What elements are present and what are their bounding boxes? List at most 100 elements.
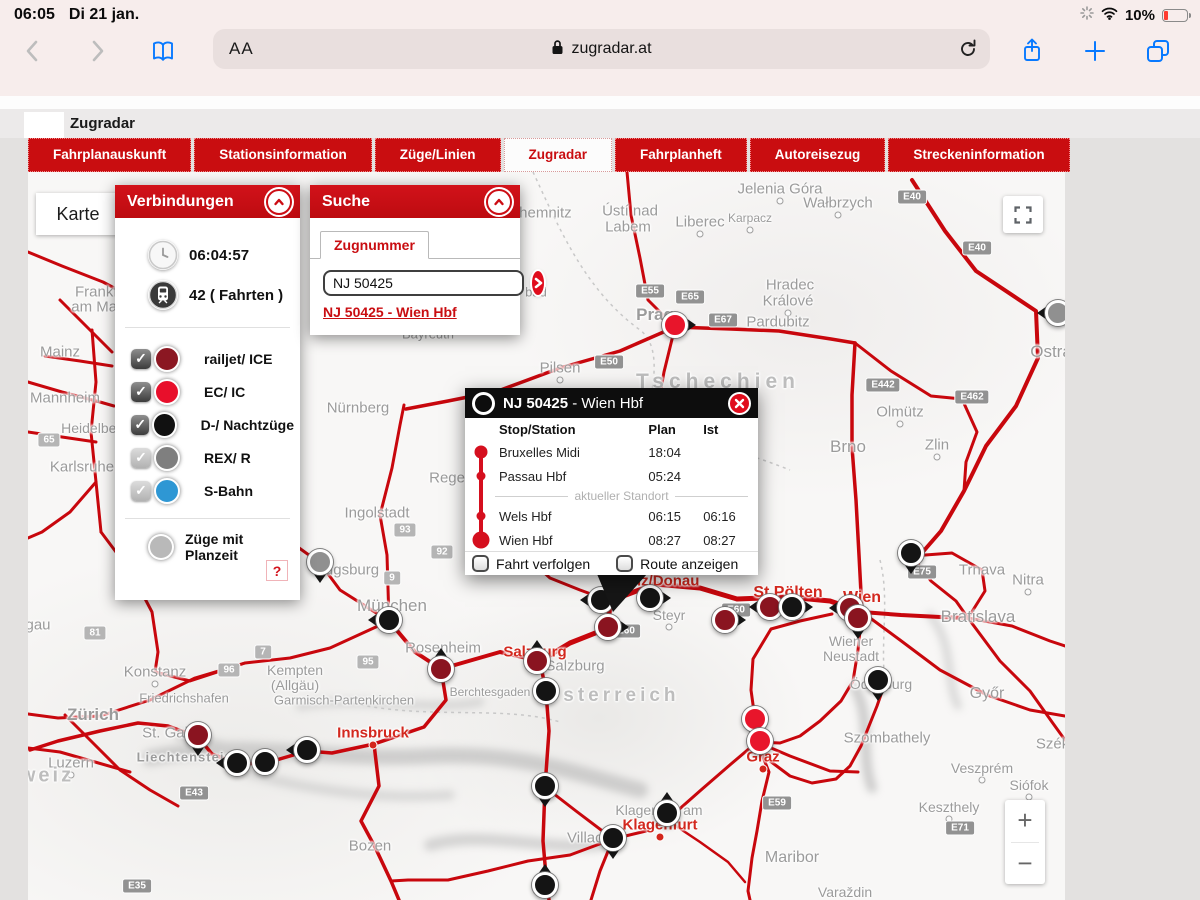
train-marker[interactable]: [307, 549, 333, 575]
tabs-overview-button[interactable]: [1143, 36, 1173, 66]
checkbox-label: Fahrt verfolgen: [496, 556, 590, 572]
train-dot-icon: [532, 872, 558, 898]
refresh-button[interactable]: [958, 39, 978, 64]
train-ring-icon: [472, 392, 495, 415]
popup-option-route-anzeigen[interactable]: Route anzeigen: [616, 555, 738, 572]
current-location-label: aktueller Standort: [574, 489, 668, 503]
train-marker[interactable]: [252, 749, 278, 775]
bookmarks-icon[interactable]: [148, 36, 178, 66]
map-canvas[interactable]: ChemnitzÚstí nadLabemLiberecKarpaczJelen…: [28, 172, 1065, 900]
filter-checkbox[interactable]: ✓: [131, 382, 151, 402]
popup-option-fahrt-verfolgen[interactable]: Fahrt verfolgen: [472, 555, 590, 572]
train-dot-icon: [533, 678, 559, 704]
help-button[interactable]: ?: [266, 560, 288, 581]
filter-label: D-/ Nachtzüge: [201, 417, 294, 433]
train-marker[interactable]: [600, 825, 626, 851]
zoom-out-button[interactable]: −: [1005, 843, 1045, 885]
checkbox-label: Route anzeigen: [640, 556, 738, 572]
search-go-button[interactable]: [532, 271, 544, 295]
map-city-label: Ústí nad: [602, 203, 658, 220]
filter-label: EC/ IC: [204, 384, 245, 400]
nav-tab-autoreisezug[interactable]: Autoreisezug: [750, 138, 886, 172]
train-marker[interactable]: [185, 722, 211, 748]
train-marker[interactable]: [376, 607, 402, 633]
nav-tab-streckeninformation[interactable]: Streckeninformation: [888, 138, 1069, 172]
train-marker[interactable]: [224, 750, 250, 776]
train-dot-icon: [845, 605, 871, 631]
train-marker[interactable]: [747, 728, 773, 754]
train-marker[interactable]: [654, 800, 680, 826]
map-city-label: Pardubitz: [746, 314, 809, 331]
nav-tab-fahrplanauskunft[interactable]: Fahrplanauskunft: [28, 138, 191, 172]
map-city-label: Neustadt: [823, 648, 879, 664]
lock-icon: [551, 39, 564, 60]
nav-tabs: FahrplanauskunftStationsinformationZüge/…: [28, 138, 1073, 172]
train-marker[interactable]: [532, 773, 558, 799]
city-dot-icon: [934, 454, 941, 461]
filter-checkbox[interactable]: ✓: [131, 415, 149, 435]
panel-divider: [125, 327, 290, 328]
train-marker[interactable]: [712, 607, 738, 633]
filter-checkbox[interactable]: ✓: [131, 349, 151, 369]
stop-list: Bruxelles Midi18:04Passau Hbf05:24aktuel…: [465, 440, 758, 552]
nav-tab-z-ge-linien[interactable]: Züge/Linien: [375, 138, 501, 172]
tab-zugnummer[interactable]: Zugnummer: [320, 231, 429, 259]
filter-checkbox[interactable]: ✓: [131, 481, 151, 501]
train-marker[interactable]: [294, 737, 320, 763]
address-bar[interactable]: AA zugradar.at: [213, 29, 990, 69]
train-marker[interactable]: [865, 667, 891, 693]
nav-tab-zugradar[interactable]: Zugradar: [504, 138, 613, 172]
train-marker[interactable]: [428, 656, 454, 682]
train-marker[interactable]: [524, 648, 550, 674]
train-marker[interactable]: [779, 594, 805, 620]
checkbox-icon[interactable]: [472, 555, 489, 572]
train-marker[interactable]: [533, 678, 559, 704]
train-dot-icon: [532, 773, 558, 799]
stop-row: Bruxelles Midi18:04: [465, 440, 758, 464]
train-marker[interactable]: [595, 614, 621, 640]
rail-route: [968, 618, 1065, 740]
map-city-label: Keszthely: [919, 799, 980, 815]
verbindungen-collapse-button[interactable]: [266, 189, 292, 215]
chevron-up-icon: [272, 195, 286, 209]
zoom-in-button[interactable]: +: [1005, 800, 1045, 842]
map-city-label: Veszprém: [951, 760, 1013, 776]
rail-route: [852, 447, 862, 612]
train-marker[interactable]: [845, 605, 871, 631]
popup-close-button[interactable]: [728, 392, 751, 415]
nav-tab-stationsinformation[interactable]: Stationsinformation: [194, 138, 372, 172]
road-badge: 96: [217, 663, 240, 678]
search-result-link[interactable]: NJ 50425 - Wien Hbf: [323, 304, 457, 320]
suche-collapse-button[interactable]: [486, 189, 512, 215]
filter-checkbox[interactable]: ✓: [131, 448, 151, 468]
road-badge: E67: [708, 313, 738, 328]
stop-name: Wien Hbf: [499, 533, 648, 548]
new-tab-button[interactable]: [1080, 36, 1110, 66]
timeline-dot-icon: [477, 512, 486, 521]
popup-title: NJ 50425 - Wien Hbf: [503, 395, 643, 412]
fullscreen-button[interactable]: [1003, 196, 1043, 233]
rail-route: [912, 180, 1038, 556]
forward-button[interactable]: [82, 36, 112, 66]
train-marker[interactable]: [662, 312, 688, 338]
train-dot-icon: [595, 614, 621, 640]
checkbox-icon[interactable]: [616, 555, 633, 572]
battery-icon: [1162, 9, 1188, 22]
map-type-button[interactable]: Karte: [36, 193, 120, 235]
timeline-dot-icon: [477, 472, 486, 481]
train-marker[interactable]: [532, 872, 558, 898]
column-plan: Plan: [648, 422, 703, 437]
filter-label: REX/ R: [204, 450, 251, 466]
text-size-button[interactable]: AA: [229, 39, 254, 59]
map-city-label: Szombathely: [844, 730, 931, 747]
back-button[interactable]: [18, 36, 48, 66]
train-marker[interactable]: [637, 585, 663, 611]
train-number-input[interactable]: [323, 270, 524, 296]
nav-tab-fahrplanheft[interactable]: Fahrplanheft: [615, 138, 747, 172]
train-marker[interactable]: [1045, 300, 1065, 326]
zoom-control: + −: [1005, 800, 1045, 884]
train-detail-popup: NJ 50425 - Wien Hbf Stop/Station Plan Is…: [465, 388, 758, 575]
share-button[interactable]: [1017, 36, 1047, 66]
train-marker[interactable]: [898, 540, 924, 566]
map-city-label: Ingolstadt: [344, 505, 409, 522]
